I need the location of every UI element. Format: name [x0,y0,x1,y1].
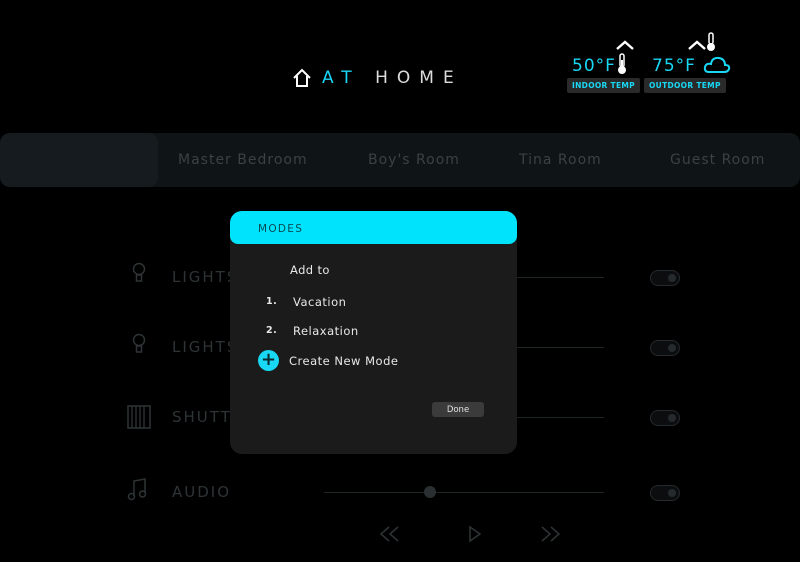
indoor-temp-value: 50°F [572,56,616,76]
tab-active-room[interactable] [0,133,158,187]
brand: AT HOME [292,66,463,90]
bulb-icon [132,262,146,282]
mode-item-vacation[interactable]: 1. Vacation [266,295,346,309]
modal-title: MODES [258,223,304,235]
modal-header: MODES [230,211,517,244]
audio-toggle[interactable] [650,485,680,501]
thermometer-icon [618,53,626,74]
outdoor-temp-value: 75°F [652,56,696,76]
mode-number: 1. [266,296,278,307]
outdoor-temp-badge: OUTDOOR TEMP [644,78,726,93]
plus-icon: + [258,350,279,371]
volume-slider-track[interactable] [324,492,604,493]
divider [517,277,604,278]
device-label-lights-1: LIGHTS [172,268,239,286]
lights-1-toggle[interactable] [650,270,680,286]
mode-item-relaxation[interactable]: 2. Relaxation [266,324,359,338]
fast-forward-icon[interactable] [538,525,562,543]
outdoor-up-chevron-icon[interactable] [687,40,707,50]
volume-slider-knob[interactable] [424,486,436,498]
mode-label: Vacation [293,295,347,309]
rewind-icon[interactable] [378,525,402,543]
tab-boys-room[interactable]: Boy's Room [368,152,460,168]
device-label-lights-2: LIGHTS [172,338,239,356]
divider [517,417,604,418]
create-new-mode-label: Create New Mode [289,353,399,368]
mode-label: Relaxation [293,324,359,338]
mode-number: 2. [266,325,278,336]
brand-title-accent: AT [322,68,361,88]
create-new-mode-button[interactable]: + Create New Mode [258,350,398,371]
brand-title: AT HOME [322,68,463,88]
divider [517,347,604,348]
lights-2-toggle[interactable] [650,340,680,356]
tab-master-bedroom[interactable]: Master Bedroom [178,152,308,168]
brand-title-rest: HOME [375,68,463,88]
done-button[interactable]: Done [432,402,484,417]
bulb-icon [132,333,146,353]
indoor-temp-badge: INDOOR TEMP [567,78,640,93]
outdoor-thermometer-icon [707,32,715,51]
music-icon [127,478,147,501]
shutter-icon [127,405,151,429]
modes-modal: MODES Add to 1. Vacation 2. Relaxation +… [230,211,517,454]
modal-subtitle: Add to [290,263,330,277]
tab-tina-room[interactable]: Tina Room [519,152,602,168]
play-icon[interactable] [468,525,482,543]
shutters-toggle[interactable] [650,410,680,426]
device-label-audio: AUDIO [172,483,232,501]
cloud-icon [703,56,731,73]
tab-guest-room[interactable]: Guest Room [670,152,765,168]
indoor-up-chevron-icon[interactable] [615,40,635,50]
home-icon [293,68,311,87]
